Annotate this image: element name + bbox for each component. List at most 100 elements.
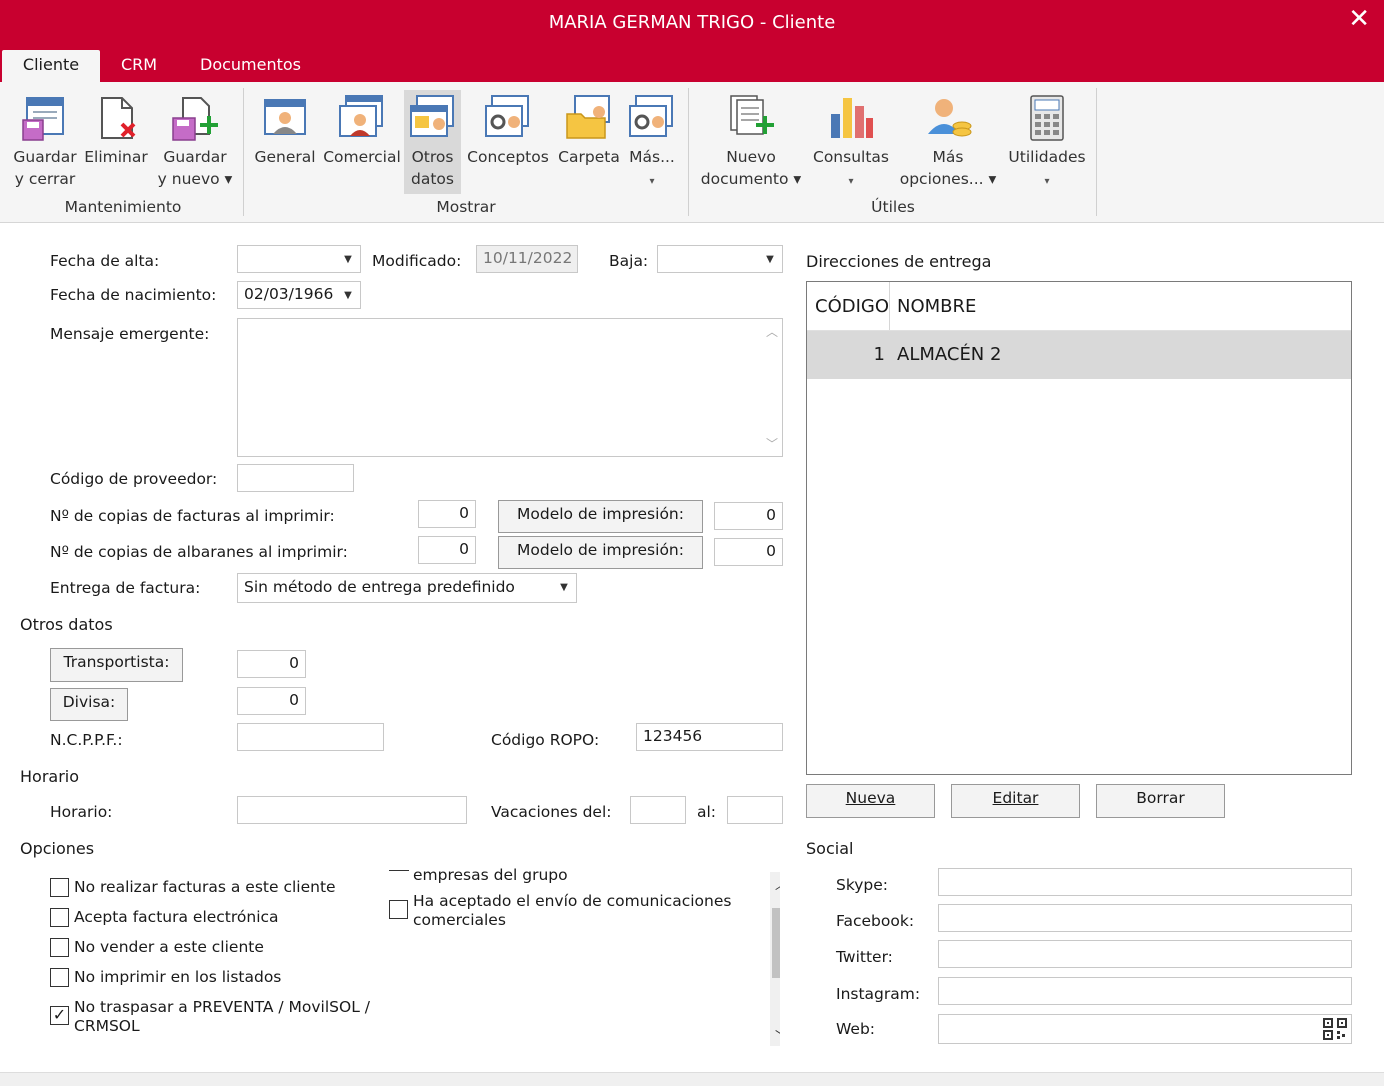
other-data-icon (409, 95, 454, 137)
copias-facturas-label: Nº de copias de facturas al imprimir: (50, 507, 335, 525)
scroll-down-icon[interactable]: ﹀ (775, 1026, 780, 1045)
ncppf-field[interactable] (237, 723, 384, 751)
vacaciones-from-field[interactable] (630, 796, 686, 824)
instagram-field[interactable] (938, 977, 1352, 1005)
skype-field[interactable] (938, 868, 1352, 896)
direcciones-title: Direcciones de entrega (806, 252, 992, 271)
fecha-alta-field[interactable]: ▼ (237, 245, 361, 273)
transportista-field[interactable]: 0 (237, 650, 306, 678)
queries-caret: ▾ (848, 176, 854, 187)
save-new-button[interactable]: Guardar y nuevo ▾ (154, 90, 236, 190)
column-header-nombre[interactable]: NOMBRE (897, 296, 976, 317)
fecha-nacimiento-field[interactable]: 02/03/1966 ▼ (237, 281, 361, 309)
copias-albaranes-field[interactable]: 0 (418, 536, 476, 564)
group-utiles: Útiles (871, 198, 915, 216)
editar-label: Editar (992, 789, 1039, 807)
scrollbar-thumb[interactable] (772, 908, 780, 978)
other-data-button[interactable]: Otros datos (404, 90, 461, 194)
ropo-field[interactable]: 123456 (636, 723, 783, 751)
scroll-up-icon[interactable]: ︿ (766, 323, 778, 340)
delete-button[interactable]: Eliminar (84, 90, 148, 168)
modelo-albaranes-button[interactable]: Modelo de impresión: (498, 536, 703, 569)
tab-crm[interactable]: CRM (121, 50, 157, 82)
al-label: al: (697, 803, 717, 821)
divisa-field[interactable]: 0 (237, 687, 306, 715)
column-header-codigo[interactable]: CÓDIGO (815, 296, 889, 317)
facebook-field[interactable] (938, 904, 1352, 932)
other-data-label-2: datos (411, 170, 454, 188)
modelo-albaranes-field[interactable]: 0 (714, 538, 783, 566)
scroll-down-icon[interactable]: ﹀ (766, 435, 778, 452)
option-label: Acepta factura electrónica (74, 908, 279, 926)
checkbox[interactable] (389, 900, 408, 919)
chevron-down-icon[interactable]: ▼ (552, 574, 576, 602)
checkbox[interactable] (50, 968, 69, 987)
close-icon[interactable]: ✕ (1348, 4, 1370, 34)
more-button[interactable]: Más... ▾ (626, 90, 678, 193)
baja-field[interactable]: ▼ (657, 245, 783, 273)
save-close-button[interactable]: Guardar y cerrar (8, 90, 82, 190)
chevron-down-icon[interactable]: ▼ (336, 282, 360, 308)
checkbox[interactable] (50, 908, 69, 927)
checkbox[interactable] (50, 878, 69, 897)
save-new-label: Guardar (163, 148, 227, 166)
options-scrollbar[interactable]: ︿ ﹀ (770, 872, 780, 1046)
editar-button[interactable]: Editar (951, 784, 1080, 818)
commercial-button[interactable]: Comercial (322, 90, 402, 168)
checkbox-checked[interactable]: ✓ (50, 1006, 69, 1025)
save-close-icon (22, 97, 64, 141)
fecha-nacimiento-label: Fecha de nacimiento: (50, 286, 217, 304)
general-icon (264, 99, 306, 135)
other-data-label: Otros (411, 148, 454, 166)
facebook-label: Facebook: (836, 912, 915, 930)
option-label: No vender a este cliente (74, 938, 264, 956)
horario-title: Horario (20, 767, 80, 786)
mensaje-textarea[interactable]: ︿ ﹀ (237, 318, 783, 457)
delete-label: Eliminar (84, 148, 148, 166)
save-close-label: Guardar (13, 148, 77, 166)
horario-field[interactable] (237, 796, 467, 824)
new-document-button[interactable]: Nuevo documento ▾ (696, 90, 806, 190)
more-options-button[interactable]: Más opciones... ▾ (896, 90, 1000, 190)
checkbox-partial[interactable] (389, 870, 409, 871)
borrar-button[interactable]: Borrar (1096, 784, 1225, 818)
twitter-field[interactable] (938, 940, 1352, 968)
chevron-down-icon[interactable]: ▼ (758, 246, 782, 272)
save-close-label-2: y cerrar (14, 170, 76, 188)
nueva-button[interactable]: Nueva (806, 784, 935, 818)
modificado-field: 10/11/2022 (476, 245, 578, 273)
fecha-alta-label: Fecha de alta: (50, 252, 160, 270)
nueva-label: Nueva (845, 789, 896, 807)
more-options-icon (928, 99, 972, 137)
concepts-button[interactable]: Conceptos (464, 90, 552, 168)
chevron-down-icon[interactable]: ▼ (336, 246, 360, 272)
modelo-facturas-button[interactable]: Modelo de impresión: (498, 500, 703, 533)
table-row[interactable]: 1 ALMACÉN 2 (807, 331, 1351, 379)
group-mostrar: Mostrar (436, 198, 496, 216)
more-options-label: Más (932, 148, 964, 166)
codigo-proveedor-field[interactable] (237, 464, 354, 492)
cell-nombre: ALMACÉN 2 (897, 344, 1002, 365)
scroll-up-icon[interactable]: ︿ (775, 874, 780, 893)
tab-documentos[interactable]: Documentos (200, 50, 301, 82)
direcciones-grid[interactable]: CÓDIGO NOMBRE 1 ALMACÉN 2 (806, 281, 1352, 775)
vacaciones-to-field[interactable] (727, 796, 783, 824)
transportista-button[interactable]: Transportista: (50, 648, 183, 682)
checkbox[interactable] (50, 938, 69, 957)
group-mantenimiento: Mantenimiento (64, 198, 182, 216)
web-field[interactable] (938, 1014, 1352, 1044)
new-document-icon (730, 95, 774, 135)
modelo-facturas-field[interactable]: 0 (714, 502, 783, 530)
opciones-title: Opciones (20, 839, 95, 858)
divisa-button[interactable]: Divisa: (50, 688, 128, 721)
general-button[interactable]: General (252, 90, 318, 168)
queries-icon (831, 98, 873, 138)
folder-button[interactable]: Carpeta (556, 90, 622, 168)
tab-cliente[interactable]: Cliente (2, 50, 100, 82)
copias-facturas-field[interactable]: 0 (418, 500, 476, 528)
utilities-button[interactable]: Utilidades ▾ (1004, 90, 1090, 193)
qr-code-icon[interactable] (1323, 1018, 1347, 1040)
entrega-factura-select[interactable]: Sin método de entrega predefinido ▼ (237, 573, 577, 603)
queries-button[interactable]: Consultas ▾ (808, 90, 894, 193)
instagram-label: Instagram: (836, 985, 921, 1003)
